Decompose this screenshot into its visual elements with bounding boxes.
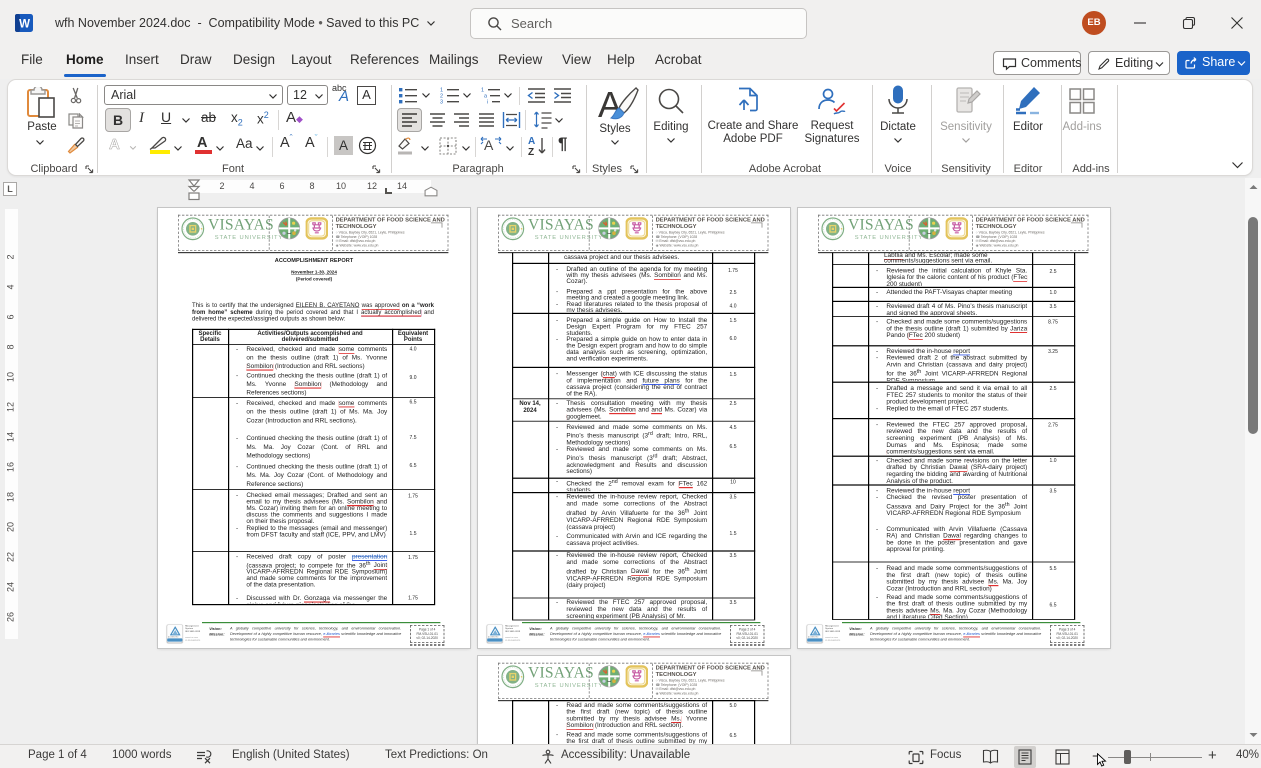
svg-text:Z: Z [528, 147, 534, 157]
svg-text:W: W [19, 18, 30, 30]
svg-text:A: A [528, 136, 535, 147]
svg-text:3: 3 [440, 100, 443, 106]
svg-text:i: i [487, 100, 488, 106]
